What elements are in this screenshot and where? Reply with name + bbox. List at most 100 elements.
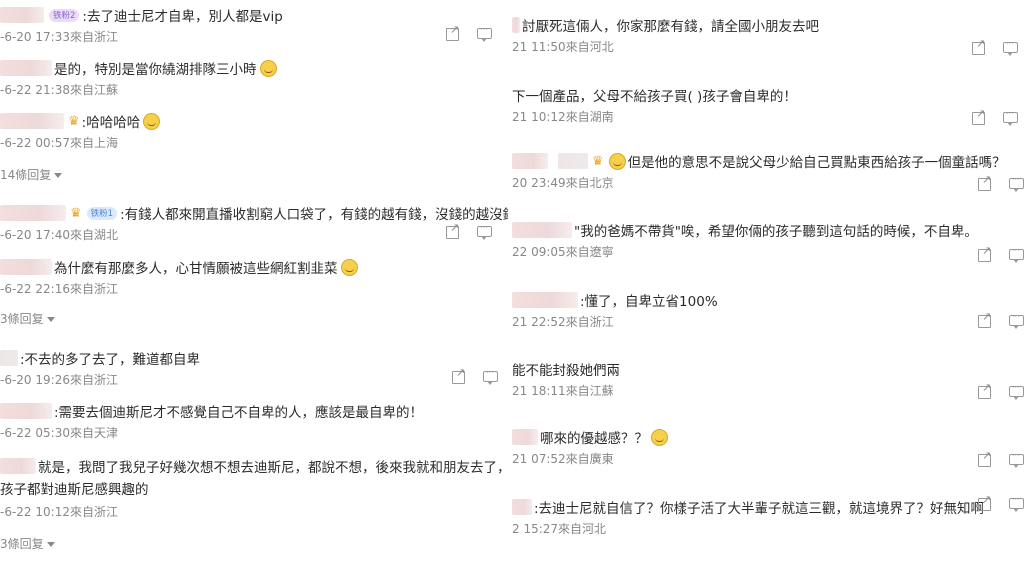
share-icon[interactable] [446, 221, 459, 239]
comment-line: 孩子都對迪斯尼感興趣的 [0, 477, 149, 499]
comment-line: 哪來的優越感？？ [512, 426, 668, 448]
comment-text: 為什麼有那麼多人，心甘情願被這些網紅割韭菜 [54, 261, 338, 277]
comment-text: 討厭死這倆人，你家那麼有錢，請全國小朋友去吧 [522, 19, 819, 35]
comment-meta: -6-20 17:33來自浙江 [0, 30, 118, 44]
blurred-username[interactable] [512, 292, 578, 308]
comment-text: 哪來的優越感？？ [540, 431, 648, 447]
share-icon[interactable] [972, 37, 985, 55]
comment-meta: 21 22:52來自浙江 [512, 315, 614, 329]
comment-text: :懂了，自卑立省100% [580, 294, 718, 310]
share-icon[interactable] [978, 173, 991, 191]
share-icon[interactable] [978, 310, 991, 328]
comment-line: 討厭死這倆人，你家那麼有錢，請全國小朋友去吧 [512, 14, 819, 36]
blurred-username[interactable] [0, 403, 52, 419]
comment-actions [978, 173, 1024, 192]
comment-text: 下一個產品，父母不給孩子買( )孩子會自卑的！ [512, 89, 797, 105]
comment-meta: -6-20 17:40來自湖北 [0, 228, 118, 242]
share-icon[interactable] [452, 366, 465, 384]
comment-line: ♛ 但是他的意思不是說父母少給自己買點東西給孩子一個童話嗎？ [512, 150, 1006, 172]
comment-actions [978, 381, 1024, 400]
emoji-icon [340, 258, 358, 276]
comment-meta: 21 07:52來自廣東 [512, 452, 614, 466]
blurred-username[interactable] [512, 222, 572, 238]
comment-actions [446, 221, 492, 240]
comment-meta: -6-22 05:30來自天津 [0, 426, 118, 440]
comment-actions [978, 310, 1024, 329]
share-icon[interactable] [972, 107, 985, 125]
comment-meta: -6-22 21:38來自江蘇 [0, 83, 118, 97]
comment-line: :去迪士尼就自信了？你樣子活了大半輩子就這三觀，就這境界了？好無知啊 [512, 496, 984, 518]
blurred-username[interactable] [0, 350, 18, 366]
comment-meta: 20 23:49來自北京 [512, 176, 614, 190]
comment-line: ♛ 铁粉1 :有錢人都來開直播收割窮人口袋了，有錢的越有錢，沒錢的越沒錢 [0, 202, 508, 224]
comment-icon[interactable] [1009, 383, 1024, 400]
blurred-username[interactable] [512, 17, 520, 33]
comment-text: "我的爸媽不帶貨"唉，希望你倆的孩子聽到這句話的時候，不自卑。 [574, 224, 978, 240]
comment-icon[interactable] [1009, 451, 1024, 468]
comment-icon[interactable] [477, 25, 492, 42]
blurred-username[interactable] [512, 429, 538, 445]
blurred-username[interactable] [0, 259, 52, 275]
comment-meta: 22 09:05來自遼寧 [512, 245, 614, 259]
reply-count-link[interactable]: 3條回复 [0, 310, 55, 327]
share-icon[interactable] [978, 449, 991, 467]
chevron-down-icon [46, 317, 55, 322]
comment-text: :去了迪士尼才自卑，別人都是vip [82, 9, 283, 25]
comment-line: "我的爸媽不帶貨"唉，希望你倆的孩子聽到這句話的時候，不自卑。 [512, 219, 978, 241]
blurred-username[interactable] [0, 113, 64, 129]
comment-actions [972, 107, 1018, 126]
comment-meta: 21 10:12來自湖南 [512, 110, 614, 124]
blurred-username[interactable] [512, 499, 532, 515]
share-icon[interactable] [978, 244, 991, 262]
comment-icon[interactable] [1003, 109, 1018, 126]
comment-text: 能不能封殺她們兩 [512, 363, 620, 379]
comment-text: 就是，我問了我兒子好幾次想不想去迪斯尼，都說不想，後來我就和朋友去了， [38, 460, 508, 476]
comment-line: 為什麼有那麼多人，心甘情願被這些網紅割韭菜 [0, 256, 358, 278]
reply-count-link[interactable]: 3條回复 [0, 535, 55, 552]
comment-icon[interactable] [1003, 39, 1018, 56]
comment-text-continued: 孩子都對迪斯尼感興趣的 [0, 482, 149, 498]
chevron-down-icon [54, 173, 63, 178]
share-icon[interactable] [446, 23, 459, 41]
comment-actions [446, 23, 492, 42]
comment-text: 但是他的意思不是說父母少給自己買點東西給孩子一個童話嗎？ [627, 155, 1006, 171]
blurred-username[interactable] [0, 60, 52, 76]
comment-text: :哈哈哈哈 [81, 115, 141, 131]
laughing-emoji-icon [143, 112, 161, 130]
comment-actions [972, 37, 1018, 56]
comment-icon[interactable] [1009, 312, 1024, 329]
crown-icon: ♛ [68, 113, 80, 129]
blurred-username[interactable] [0, 205, 66, 221]
comment-icon[interactable] [1009, 495, 1024, 512]
comment-line: ♛ :哈哈哈哈 [0, 110, 161, 132]
comment-text: :需要去個迪斯尼才不感覺自己不自卑的人，應該是最自卑的！ [54, 405, 424, 421]
comment-line: :懂了，自卑立省100% [512, 289, 718, 311]
reply-count-link[interactable]: 14條回复 [0, 166, 63, 183]
comment-icon[interactable] [483, 368, 498, 385]
emoji-icon [651, 428, 668, 446]
comment-meta: 21 11:50來自河北 [512, 40, 614, 54]
right-comment-column: 討厭死這倆人，你家那麼有錢，請全國小朋友去吧 21 11:50來自河北 下一個產… [512, 0, 1024, 562]
blurred-username[interactable] [558, 153, 588, 169]
reply-count-label: 3條回复 [0, 312, 44, 326]
comment-text: :去迪士尼就自信了？你樣子活了大半輩子就這三觀，就這境界了？好無知啊 [534, 501, 985, 517]
comment-line: 铁粉2 :去了迪士尼才自卑，別人都是vip [0, 4, 283, 26]
comment-actions [452, 366, 498, 385]
blurred-username[interactable] [512, 153, 548, 169]
comment-meta: -6-20 19:26來自浙江 [0, 373, 118, 387]
comment-line: 能不能封殺她們兩 [512, 358, 620, 380]
blurred-username[interactable] [0, 458, 36, 474]
comment-text: :不去的多了去了，難道都自卑 [20, 352, 201, 368]
comment-icon[interactable] [1009, 246, 1024, 263]
comment-meta: -6-22 10:12來自浙江 [0, 505, 118, 519]
share-icon[interactable] [978, 493, 991, 511]
comment-icon[interactable] [1009, 175, 1024, 192]
fan-badge: 铁粉2 [49, 8, 80, 22]
share-icon[interactable] [978, 381, 991, 399]
comment-actions [978, 244, 1024, 263]
chevron-down-icon [46, 542, 55, 547]
comment-actions [978, 449, 1024, 468]
comment-icon[interactable] [477, 223, 492, 240]
blurred-username[interactable] [0, 7, 44, 23]
comment-line: :不去的多了去了，難道都自卑 [0, 347, 200, 369]
